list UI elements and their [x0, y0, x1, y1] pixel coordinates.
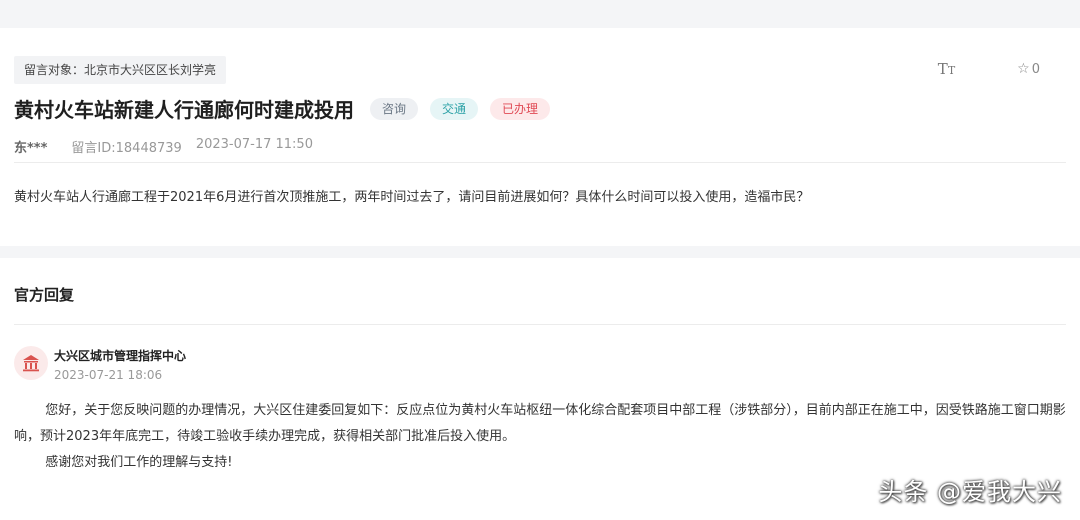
message-id: 留言ID:18448739 [71, 141, 182, 156]
reply-body: 您好，关于您反映问题的办理情况，大兴区住建委回复如下：反应点位为黄村火车站枢纽一… [14, 398, 1066, 476]
watermark: 头条 @爱我大兴 [878, 478, 1062, 506]
favorite-button[interactable]: ☆ 0 [1017, 61, 1040, 77]
tag-consult: 咨询 [370, 97, 419, 120]
author-name: 东*** [14, 141, 48, 156]
message-card: 留言对象：北京市大兴区区长刘学亮 TT ☆ 0 黄村火车站新建人行通廊何时建成投… [0, 28, 1080, 246]
divider [14, 162, 1066, 163]
department-name: 大兴区城市管理指挥中心 [54, 349, 187, 363]
favorite-count: 0 [1031, 61, 1040, 77]
target-tag: 留言对象：北京市大兴区区长刘学亮 [14, 56, 227, 84]
title-row: 黄村火车站新建人行通廊何时建成投用 咨询 交通 已办理 [14, 94, 551, 123]
reply-datetime: 2023-07-21 18:06 [54, 368, 163, 382]
font-size-icon: T [937, 60, 948, 78]
avatar [14, 346, 48, 380]
star-icon: ☆ [1017, 61, 1030, 77]
message-meta: 东*** 留言ID:18448739 2023-07-17 11:50 [14, 137, 313, 156]
tools-bar: TT ☆ 0 [938, 60, 1040, 78]
message-datetime: 2023-07-17 11:50 [195, 137, 313, 152]
reply-paragraph: 您好，关于您反映问题的办理情况，大兴区住建委回复如下：反应点位为黄村火车站枢纽一… [14, 403, 1066, 444]
tag-traffic: 交通 [430, 97, 479, 120]
government-building-icon [23, 355, 39, 372]
reply-section-title: 官方回复 [14, 286, 75, 304]
font-size-button[interactable]: TT [938, 60, 955, 78]
message-content: 黄村火车站人行通廊工程于2021年6月进行首次顶推施工，两年时间过去了，请问目前… [14, 190, 810, 205]
status-badge: 已办理 [490, 97, 551, 120]
page-title: 黄村火车站新建人行通廊何时建成投用 [14, 98, 354, 122]
divider [14, 324, 1066, 325]
